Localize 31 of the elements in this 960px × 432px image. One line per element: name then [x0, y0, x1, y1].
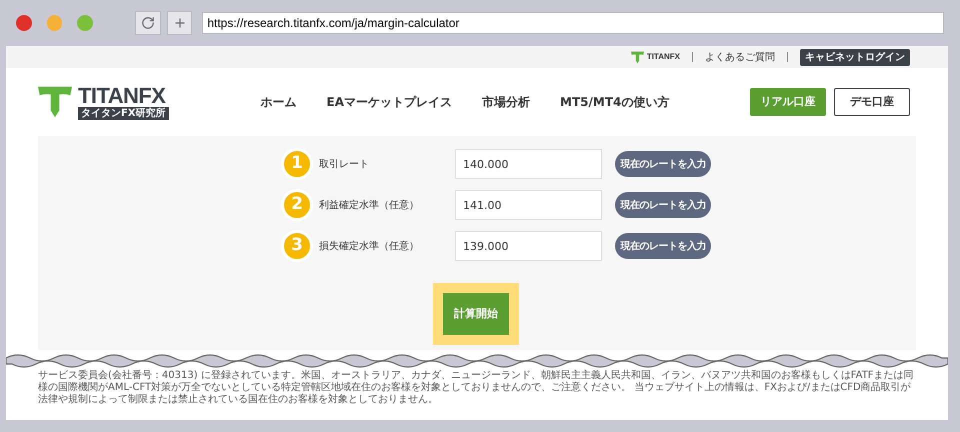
disclaimer-text: サービス委員会(会社番号：40313) に登録されています。米国、オーストラリア、カナダ、ニュージーランド、朝鮮民主主義人民共和国、イラン、バヌアツ共和国のお客様もしくはFATFまたは同様の国際機関がAML-CFT対策が万全でないとしている特定管轄区地域在住のお客様を対象としておりませんので、ご注意ください。 当ウェブサイト上の情報は、FXおよび/またはCFD商品取引が法律や規制によって制限または禁止されている国在住のお客様を対象としておりません。 [38, 370, 915, 406]
plus-icon [172, 16, 187, 30]
logo-icon [630, 50, 644, 64]
rate-input[interactable]: 141.00 [455, 190, 602, 220]
demo-account-button[interactable]: デモ口座 [834, 88, 910, 116]
current-rate-button[interactable]: 現在のレートを入力 [615, 151, 711, 177]
logo-wordmark[interactable]: TITANFX [78, 84, 169, 106]
faq-link[interactable]: よくあるご質問 [705, 50, 775, 64]
nav-link[interactable]: 市場分析 [482, 93, 530, 111]
current-rate-button[interactable]: 現在のレートを入力 [615, 192, 711, 218]
rate-input[interactable]: 140.000 [455, 149, 602, 179]
step-number: 3 [281, 230, 313, 262]
reload-icon [140, 16, 155, 30]
step-number: 1 [281, 148, 313, 180]
close-window-icon[interactable] [16, 15, 32, 31]
logo-text[interactable]: TITANFX [646, 51, 680, 63]
field-label: 利益確定水準（任意） [319, 198, 420, 212]
logo-shield-icon [38, 85, 72, 119]
nav-link[interactable]: MT5/MT4の使い方 [560, 93, 670, 111]
current-rate-button[interactable]: 現在のレートを入力 [615, 233, 711, 259]
rate-input[interactable]: 139.000 [455, 231, 602, 261]
nav-link[interactable]: EAマーケットプレイス [326, 93, 452, 111]
field-label: 損失確定水準（任意） [319, 240, 420, 254]
reload-button[interactable] [135, 11, 161, 35]
login-button[interactable]: キャビネットログイン [800, 48, 910, 66]
field-label: 取引レート [319, 158, 370, 172]
address-bar[interactable]: https://research.titanfx.com/ja/margin-calculator [202, 12, 944, 34]
nav-link[interactable]: ホーム [260, 93, 297, 111]
logo-subtitle: タイタンFX研究所 [78, 106, 169, 120]
new-tab-button[interactable] [166, 11, 192, 35]
step-number: 2 [281, 189, 313, 221]
